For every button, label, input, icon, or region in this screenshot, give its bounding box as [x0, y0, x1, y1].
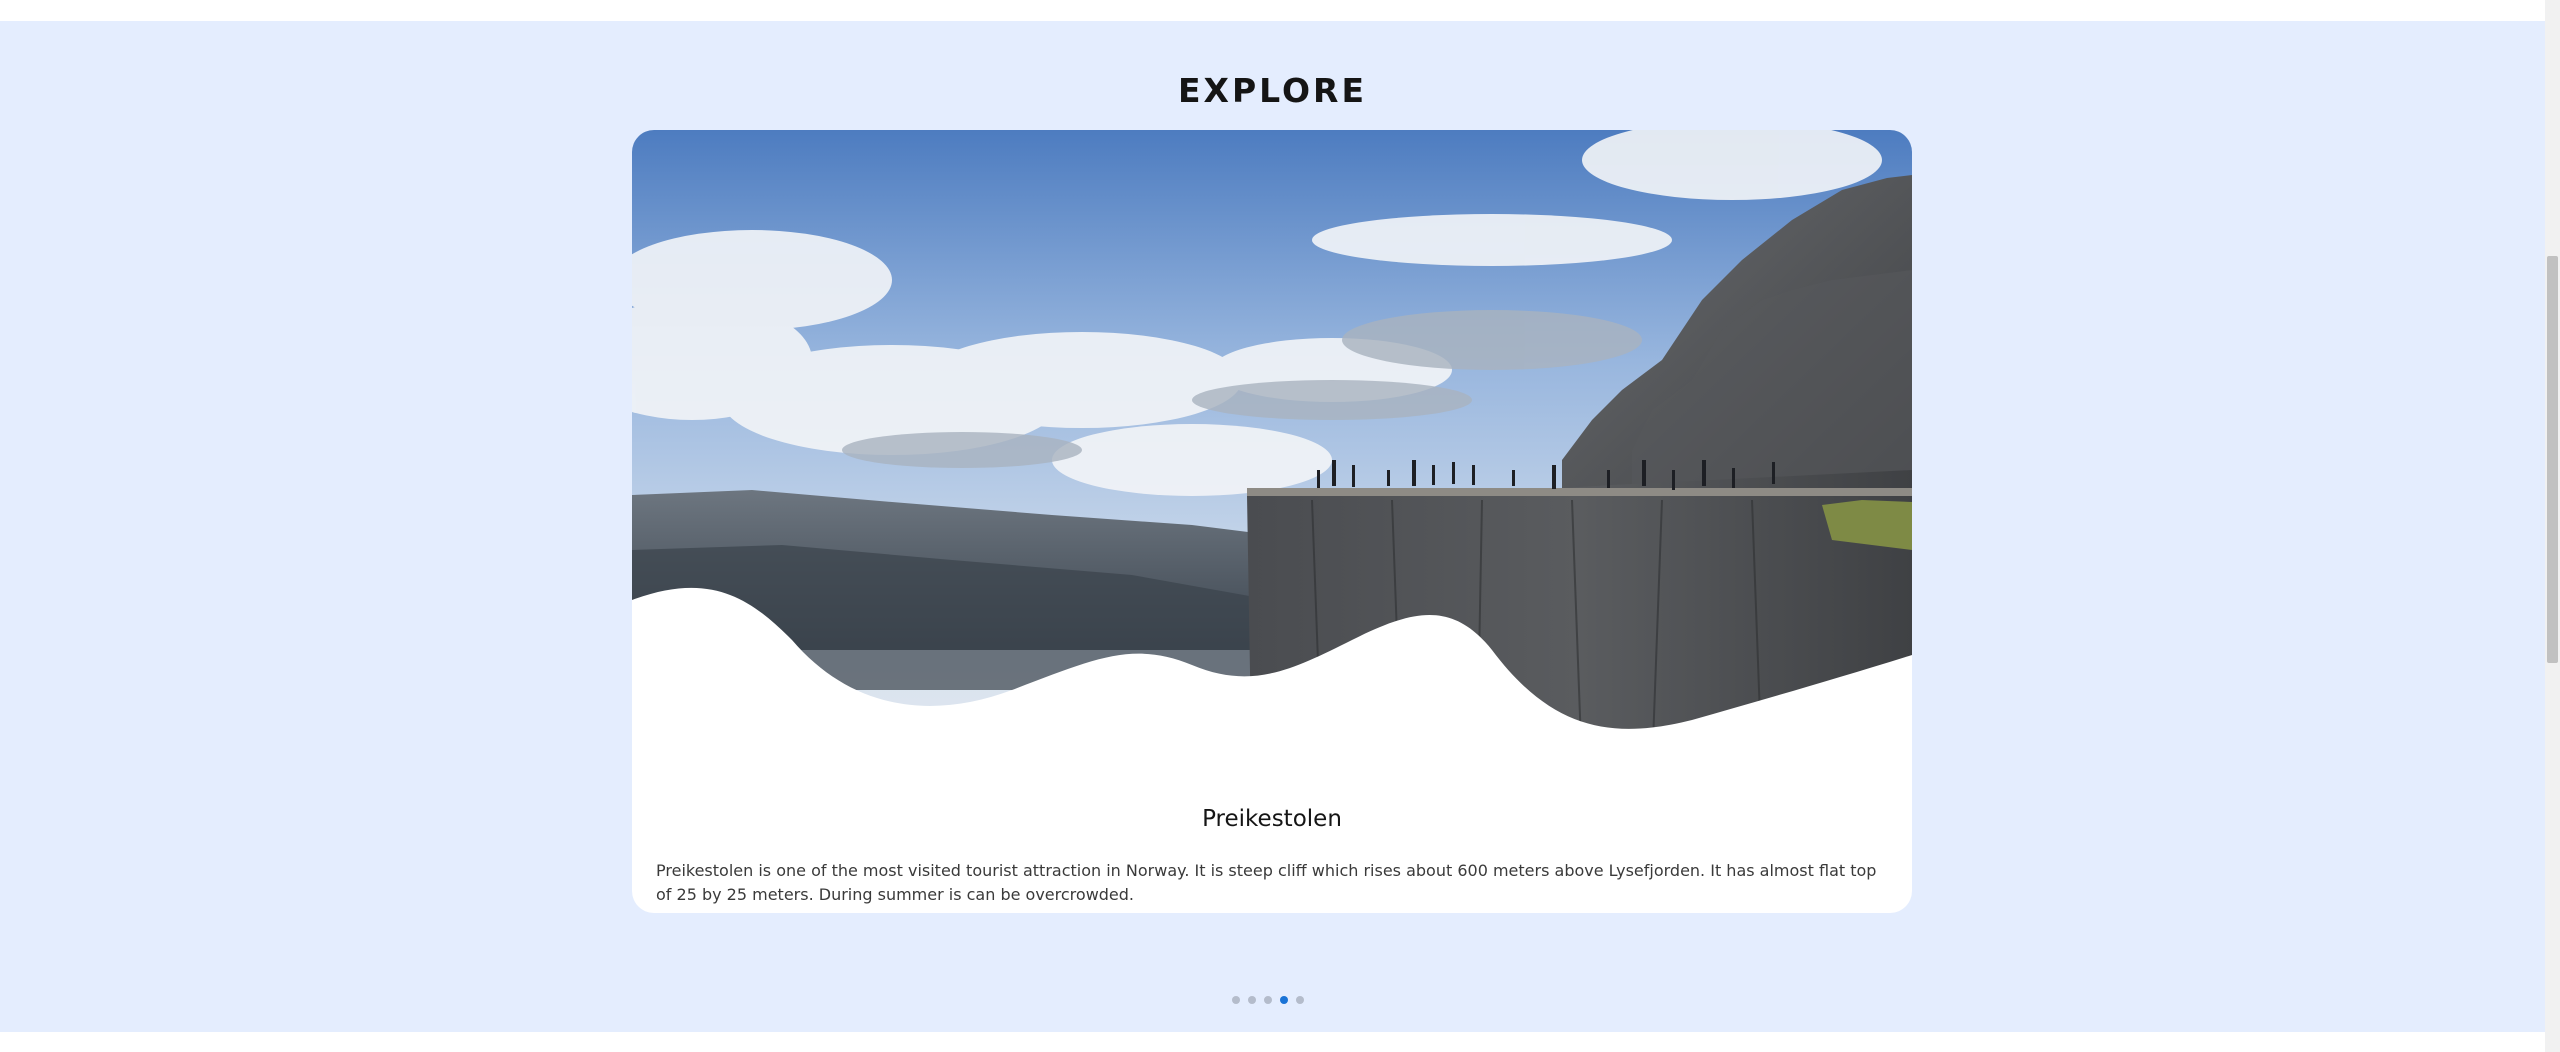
carousel-dot-5[interactable]: [1296, 996, 1304, 1004]
explore-section: EXPLORE Preikestolen Preikestolen is one…: [0, 21, 2545, 1032]
slide-image: [632, 130, 1912, 790]
carousel-pagination: [1232, 996, 1304, 1006]
bottom-section-edge: [0, 1032, 2545, 1052]
page-scrollbar[interactable]: [2545, 0, 2560, 1052]
page: EXPLORE Preikestolen Preikestolen is one…: [0, 0, 2560, 1052]
carousel-dot-3[interactable]: [1264, 996, 1272, 1004]
slide-title: Preikestolen: [1202, 806, 1342, 832]
carousel-dot-1[interactable]: [1232, 996, 1240, 1004]
top-section-edge: [0, 0, 2545, 21]
carousel-dot-2[interactable]: [1248, 996, 1256, 1004]
slide-card: Preikestolen Preikestolen is one of the …: [632, 130, 1912, 913]
carousel-dot-4-active[interactable]: [1280, 996, 1288, 1004]
slide-description: Preikestolen is one of the most visited …: [656, 861, 1877, 904]
section-title: EXPLORE: [1177, 71, 1368, 110]
scrollbar-thumb[interactable]: [2547, 256, 2558, 663]
